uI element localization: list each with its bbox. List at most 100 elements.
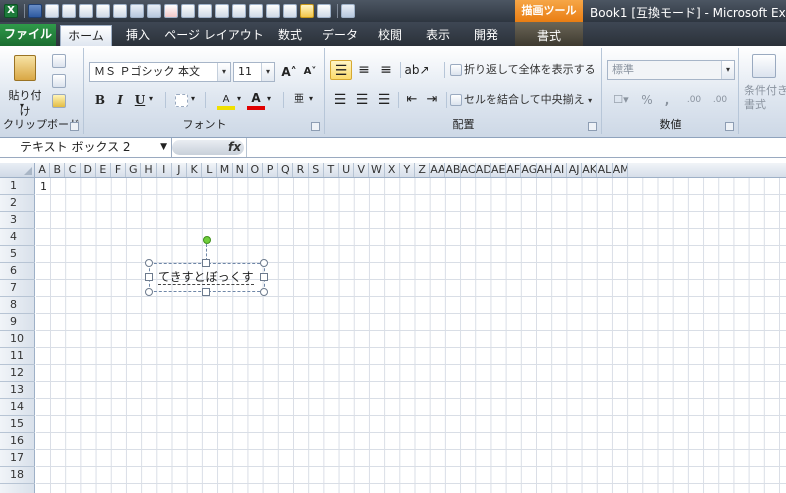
italic-button[interactable]: I <box>111 90 129 110</box>
column-header[interactable]: X <box>385 163 400 177</box>
orientation-button[interactable]: ab↗ <box>404 60 430 80</box>
number-format-combo[interactable]: 標準 ▾ <box>607 60 735 80</box>
row-header[interactable]: 13 <box>0 382 35 399</box>
tab-view[interactable]: 表示 <box>416 25 460 46</box>
bold-button[interactable]: B <box>91 90 109 110</box>
row-header[interactable]: 16 <box>0 433 35 450</box>
column-header[interactable]: N <box>233 163 248 177</box>
column-header[interactable]: AB <box>445 163 461 177</box>
column-header[interactable]: K <box>187 163 203 177</box>
column-header[interactable]: O <box>248 163 263 177</box>
tab-data[interactable]: データ <box>316 25 364 46</box>
font-launcher-icon[interactable] <box>311 122 320 131</box>
font-color-button[interactable]: A <box>247 90 265 110</box>
decrease-indent-button[interactable]: ⇤ <box>402 90 422 110</box>
column-header[interactable]: V <box>354 163 370 177</box>
redo-icon[interactable] <box>147 4 161 18</box>
conditional-formatting-button[interactable]: 条件付き 書式 <box>744 84 786 112</box>
textbox-icon[interactable] <box>283 4 297 18</box>
select-all-button[interactable] <box>0 163 35 178</box>
row-header[interactable]: 1 <box>0 178 35 195</box>
row-header[interactable]: 7 <box>0 280 35 297</box>
decrease-decimal-button[interactable]: .00 <box>709 90 731 110</box>
formula-input[interactable] <box>246 138 786 157</box>
copy-icon[interactable] <box>96 4 110 18</box>
align-top-button[interactable]: ☰ <box>330 60 352 80</box>
tab-format[interactable]: 書式 <box>515 22 583 46</box>
column-header[interactable]: AJ <box>567 163 583 177</box>
row-header[interactable]: 8 <box>0 297 35 314</box>
phonetic-guide-button[interactable]: 亜 <box>291 90 307 110</box>
row-header[interactable]: 10 <box>0 331 35 348</box>
align-left-button[interactable]: ☰ <box>330 90 350 110</box>
resize-handle-top-right[interactable] <box>260 259 268 267</box>
draw-icon[interactable] <box>266 4 280 18</box>
tab-review[interactable]: 校閲 <box>368 25 412 46</box>
row-header[interactable]: 17 <box>0 450 35 467</box>
column-header[interactable]: W <box>369 163 385 177</box>
font-color-icon[interactable] <box>164 4 178 18</box>
page-layout-view-icon[interactable] <box>300 4 314 18</box>
underline-button[interactable]: U <box>131 90 149 110</box>
column-header[interactable]: AH <box>537 163 552 177</box>
camera-icon[interactable] <box>249 4 263 18</box>
column-header[interactable]: AL <box>597 163 613 177</box>
tab-developer[interactable]: 開発 <box>464 25 508 46</box>
column-header[interactable]: B <box>50 163 66 177</box>
print-preview-icon[interactable] <box>45 4 59 18</box>
font-name-combo[interactable]: ＭＳ Ｐゴシック 本文 ▾ <box>89 62 231 82</box>
column-header[interactable]: S <box>309 163 324 177</box>
column-header[interactable]: R <box>293 163 309 177</box>
row-header[interactable]: 9 <box>0 314 35 331</box>
fill-color-icon[interactable] <box>181 4 195 18</box>
column-header[interactable]: F <box>111 163 127 177</box>
column-header[interactable]: AM <box>613 163 628 177</box>
accounting-format-button[interactable]: ☐▾ <box>609 90 633 110</box>
rotation-handle[interactable] <box>203 236 211 244</box>
row-header[interactable]: 5 <box>0 246 35 263</box>
column-header[interactable]: P <box>263 163 279 177</box>
column-header[interactable]: Y <box>400 163 415 177</box>
align-center-button[interactable]: ☰ <box>352 90 372 110</box>
tab-page-layout[interactable]: ページ レイアウト <box>164 25 264 46</box>
column-header[interactable]: C <box>65 163 81 177</box>
row-header[interactable]: 4 <box>0 229 35 246</box>
align-bottom-button[interactable]: ≡ <box>376 60 396 80</box>
column-header[interactable]: AA <box>430 163 446 177</box>
undo-icon[interactable] <box>130 4 144 18</box>
spelling-icon[interactable] <box>79 4 93 18</box>
column-header[interactable]: H <box>141 163 157 177</box>
chevron-down-icon[interactable]: ▾ <box>588 96 592 105</box>
resize-handle-bottom[interactable] <box>202 288 210 296</box>
column-header[interactable]: I <box>157 163 172 177</box>
increase-indent-button[interactable]: ⇥ <box>422 90 442 110</box>
chevron-down-icon[interactable]: ▾ <box>721 61 734 79</box>
column-header[interactable]: D <box>81 163 96 177</box>
row-header[interactable]: 18 <box>0 467 35 484</box>
resize-handle-bottom-left[interactable] <box>145 288 153 296</box>
tab-file[interactable]: ファイル <box>0 24 56 46</box>
font-size-combo[interactable]: 11 ▾ <box>233 62 275 82</box>
resize-handle-top-left[interactable] <box>145 259 153 267</box>
row-header[interactable]: 11 <box>0 348 35 365</box>
align-middle-button[interactable]: ≡ <box>354 60 374 80</box>
shrink-font-button[interactable]: A˅ <box>300 62 320 82</box>
resize-handle-top[interactable] <box>202 259 210 267</box>
row-header[interactable]: 2 <box>0 195 35 212</box>
column-header[interactable]: A <box>35 163 51 177</box>
row-header[interactable]: 14 <box>0 399 35 416</box>
cell-grid[interactable] <box>36 178 786 493</box>
column-header[interactable]: Z <box>415 163 431 177</box>
copy-icon[interactable] <box>52 74 66 88</box>
format-painter-icon[interactable] <box>52 94 66 108</box>
column-header[interactable]: J <box>172 163 187 177</box>
column-header[interactable]: U <box>339 163 355 177</box>
align-right-button[interactable]: ☰ <box>374 90 394 110</box>
column-header[interactable]: AK <box>582 163 598 177</box>
chevron-down-icon[interactable]: ▾ <box>237 94 241 103</box>
chevron-down-icon[interactable]: ▾ <box>191 94 195 103</box>
save-icon[interactable] <box>28 4 42 18</box>
chart-icon[interactable] <box>232 4 246 18</box>
fill-color-button[interactable]: A <box>217 90 235 110</box>
paste-button[interactable]: 貼り付け ▾ <box>4 50 42 118</box>
